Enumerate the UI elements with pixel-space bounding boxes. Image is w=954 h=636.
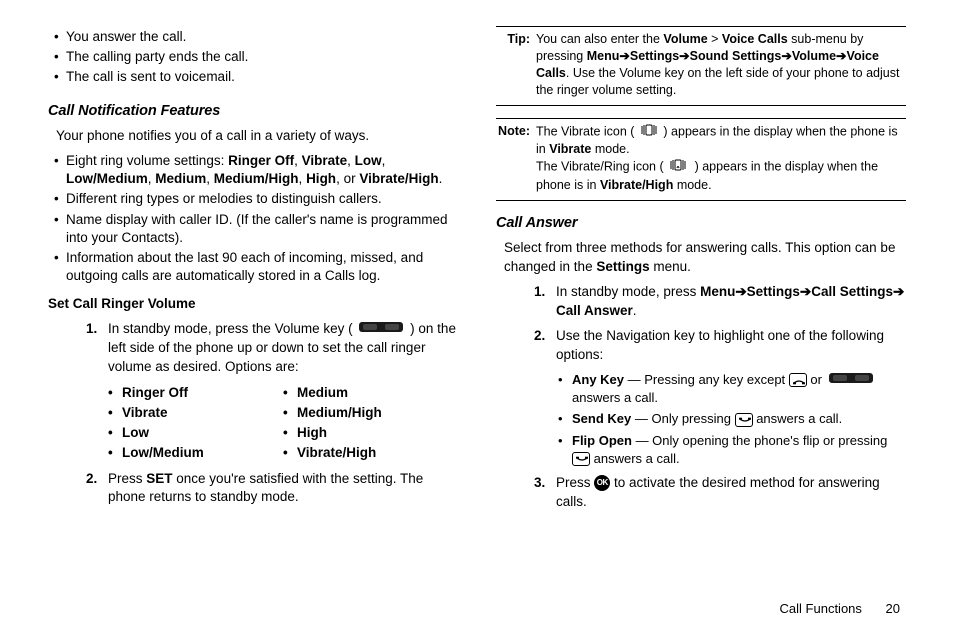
option-item: •High [283, 424, 458, 443]
option-item: •Vibrate [108, 404, 283, 423]
tip-box: Tip: You can also enter the Volume > Voi… [496, 26, 906, 106]
step-item: 1. In standby mode, press Menu ➔ Setting… [534, 283, 906, 321]
heading-call-answer: Call Answer [496, 213, 906, 233]
option-item: •Low [108, 424, 283, 443]
list-item: • Eight ring volume settings: Ringer Off… [54, 152, 458, 188]
page-footer: Call Functions 20 [780, 600, 900, 618]
vibrate-ring-icon [669, 158, 689, 177]
step-number: 2. [86, 470, 108, 508]
section-name: Call Functions [780, 601, 862, 616]
list-item: •The calling party ends the call. [54, 48, 458, 66]
list-item: •Information about the last 90 each of i… [54, 249, 458, 285]
step-number: 2. [534, 327, 556, 365]
list-item: •Different ring types or melodies to dis… [54, 190, 458, 208]
note-label: Note: [496, 123, 536, 195]
intro-text: Select from three methods for answering … [504, 239, 906, 277]
left-column: •You answer the call. •The calling party… [48, 26, 458, 518]
tip-label: Tip: [496, 31, 536, 99]
step-number: 3. [534, 474, 556, 512]
step-item: 1. In standby mode, press the Volume key… [86, 320, 458, 377]
option-item: •Medium [283, 384, 458, 403]
step-item: 2. Press SET once you're satisfied with … [86, 470, 458, 508]
list-item: •You answer the call. [54, 28, 458, 46]
option-item: •Medium/High [283, 404, 458, 423]
option-item: •Low/Medium [108, 444, 283, 463]
option-item: •Ringer Off [108, 384, 283, 403]
volume-key-icon [358, 320, 404, 339]
option-item: •Vibrate/High [283, 444, 458, 463]
intro-text: Your phone notifies you of a call in a v… [56, 127, 458, 146]
page-number: 20 [886, 601, 900, 616]
send-key-icon [735, 413, 753, 427]
volume-key-icon [828, 371, 874, 389]
note-box: Note: The Vibrate icon ( ) appears in th… [496, 118, 906, 202]
option-item: •Flip Open — Only opening the phone's fl… [558, 432, 906, 468]
step-number: 1. [86, 320, 108, 377]
end-key-icon [789, 373, 807, 387]
list-item: •The call is sent to voicemail. [54, 68, 458, 86]
step-number: 1. [534, 283, 556, 321]
options-list: •Ringer Off •Vibrate •Low •Low/Medium •M… [108, 383, 458, 464]
ok-key-icon: OK [594, 475, 610, 491]
step-item: 3. Press OK to activate the desired meth… [534, 474, 906, 512]
list-item: •Name display with caller ID. (If the ca… [54, 211, 458, 247]
send-key-icon [572, 452, 590, 466]
heading-call-notification: Call Notification Features [48, 101, 458, 121]
step-item: 2. Use the Navigation key to highlight o… [534, 327, 906, 365]
right-column: Tip: You can also enter the Volume > Voi… [496, 26, 906, 518]
heading-set-volume: Set Call Ringer Volume [48, 295, 458, 314]
option-item: •Send Key — Only pressing answers a call… [558, 410, 906, 428]
option-item: •Any Key — Pressing any key except or an… [558, 371, 906, 408]
vibrate-icon [640, 123, 658, 142]
document-page: •You answer the call. •The calling party… [0, 0, 954, 518]
